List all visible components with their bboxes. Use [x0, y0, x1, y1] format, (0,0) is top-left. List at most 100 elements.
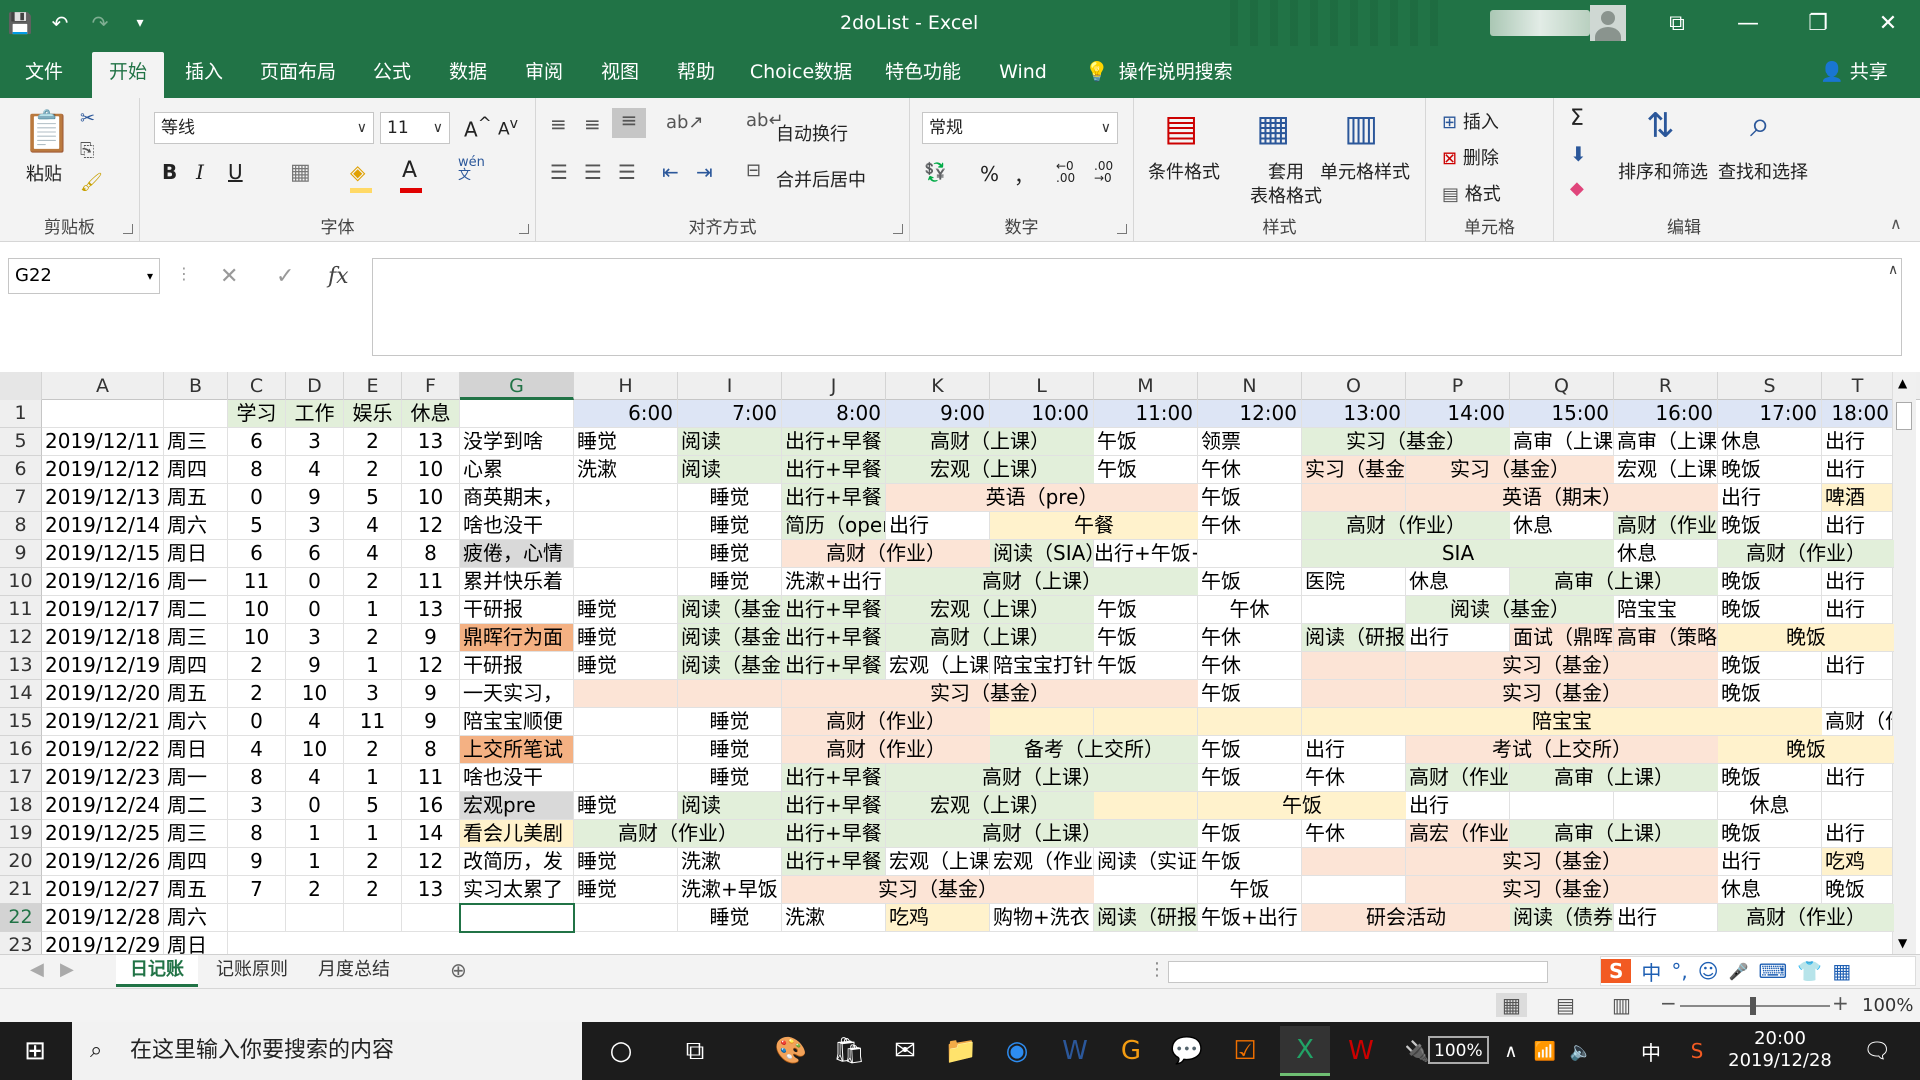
cell-e13[interactable]: 1 [344, 652, 402, 680]
normal-view-icon[interactable]: ▦ [1496, 993, 1527, 1017]
cell-d6[interactable]: 4 [286, 456, 344, 484]
cell-n21[interactable]: 午饭 [1198, 876, 1302, 904]
cell-b17[interactable]: 周一 [164, 764, 228, 792]
cell-h19[interactable]: 高财（作业） [574, 820, 782, 848]
cell-b11[interactable]: 周二 [164, 596, 228, 624]
column-header-o[interactable]: O [1302, 372, 1406, 400]
tab-choice-data[interactable]: Choice数据 [744, 46, 858, 98]
cell-g7[interactable]: 商英期末， [460, 484, 574, 512]
cell-s19[interactable]: 晚饭 [1718, 820, 1822, 848]
conditional-format-icon[interactable]: ▤ [1164, 108, 1198, 149]
cell-m13[interactable]: 午饭 [1094, 652, 1198, 680]
font-size-select[interactable]: 11 ∨ [380, 112, 450, 144]
zoom-level[interactable]: 100% [1862, 995, 1913, 1016]
row-header-22[interactable]: 22 [0, 904, 42, 932]
cell-q8[interactable]: 休息 [1510, 512, 1614, 540]
task-view-icon[interactable]: ⧉ [670, 1026, 720, 1076]
cell-a22[interactable]: 2019/12/28 [42, 904, 164, 932]
cell-l9[interactable]: 阅读（SIA） [990, 540, 1094, 568]
align-bottom-icon[interactable]: ≡ [612, 108, 646, 138]
column-header-t[interactable]: T [1822, 372, 1894, 400]
cell-d7[interactable]: 9 [286, 484, 344, 512]
cell-n22[interactable]: 午饭+出行 [1198, 904, 1302, 932]
cell-p13[interactable]: 实习（基金） [1406, 652, 1718, 680]
column-header-n[interactable]: N [1198, 372, 1302, 400]
cell-n19[interactable]: 午饭 [1198, 820, 1302, 848]
cell-r18[interactable] [1614, 792, 1718, 820]
cell-a18[interactable]: 2019/12/24 [42, 792, 164, 820]
column-header-h[interactable]: H [574, 372, 678, 400]
cell-t10[interactable]: 出行 [1822, 568, 1894, 596]
cell-g18[interactable]: 宏观pre [460, 792, 574, 820]
battery-indicator[interactable]: 100% [1428, 1036, 1489, 1064]
cell-j14[interactable]: 实习（基金） [782, 680, 1198, 708]
cell-p7[interactable]: 英语（期末） [1406, 484, 1718, 512]
paste-button[interactable]: 粘贴 [26, 160, 62, 186]
tab-file[interactable]: 文件 [14, 46, 74, 98]
cell-i21[interactable]: 洗漱+早饭 [678, 876, 782, 904]
cell-a15[interactable]: 2019/12/21 [42, 708, 164, 736]
row-header-19[interactable]: 19 [0, 820, 42, 848]
alignment-launcher[interactable] [893, 224, 903, 234]
cell-e12[interactable]: 2 [344, 624, 402, 652]
expand-formula-icon[interactable]: ∧ [1888, 262, 1898, 278]
cell-n5[interactable]: 领票 [1198, 428, 1302, 456]
cell-p12[interactable]: 出行 [1406, 624, 1510, 652]
cell-i20[interactable]: 洗漱 [678, 848, 782, 876]
column-header-j[interactable]: J [782, 372, 886, 400]
clock[interactable]: 20:00 2019/12/28 [1720, 1028, 1840, 1072]
cell-q19[interactable]: 高审（上课） [1510, 820, 1718, 848]
skin-icon[interactable]: 👕 [1797, 959, 1822, 983]
row-header-12[interactable]: 12 [0, 624, 42, 652]
row-header-10[interactable]: 10 [0, 568, 42, 596]
cell-b23[interactable]: 周日 [164, 932, 228, 954]
cell-c10[interactable]: 11 [228, 568, 286, 596]
browser-icon[interactable]: ◉ [992, 1026, 1042, 1076]
keyboard-icon[interactable]: ⌨ [1759, 959, 1788, 983]
currency-icon[interactable]: 💱 [924, 162, 946, 183]
column-header-s[interactable]: S [1718, 372, 1822, 400]
increase-decimal-icon[interactable]: ←0.00 [1056, 160, 1075, 184]
cell-t1[interactable]: 18:00 [1822, 400, 1894, 428]
column-header-p[interactable]: P [1406, 372, 1510, 400]
wechat-icon[interactable]: 💬 [1162, 1026, 1212, 1076]
cell-h13[interactable]: 睡觉 [574, 652, 678, 680]
cell-o22[interactable]: 研会活动 [1302, 904, 1510, 932]
cell-i14[interactable] [678, 680, 782, 708]
cell-c13[interactable]: 2 [228, 652, 286, 680]
cell-d20[interactable]: 1 [286, 848, 344, 876]
cell-f10[interactable]: 11 [402, 568, 460, 596]
cell-l16[interactable]: 备考（上交所） [990, 736, 1198, 764]
tab-formulas[interactable]: 公式 [360, 46, 424, 98]
cell-e1[interactable]: 娱乐 [344, 400, 402, 428]
cell-o6[interactable]: 实习（基金） [1302, 456, 1406, 484]
cell-c1[interactable]: 学习 [228, 400, 286, 428]
cell-c9[interactable]: 6 [228, 540, 286, 568]
cell-t15[interactable]: 高财（作业） [1822, 708, 1894, 736]
cell-a5[interactable]: 2019/12/11 [42, 428, 164, 456]
paste-icon[interactable]: 📋 [22, 108, 72, 155]
cell-j10[interactable]: 洗漱+出行 [782, 568, 886, 596]
sheet-tab-journal[interactable]: 日记账 [116, 955, 198, 987]
cell-p20[interactable]: 实习（基金） [1406, 848, 1718, 876]
cell-n15[interactable] [1198, 708, 1302, 736]
excel-icon[interactable]: X [1280, 1026, 1330, 1076]
cell-s6[interactable]: 晚饭 [1718, 456, 1822, 484]
cell-r8[interactable]: 高财（作业） [1614, 512, 1718, 540]
customize-qat-icon[interactable]: ▾ [120, 0, 160, 46]
cell-b5[interactable]: 周三 [164, 428, 228, 456]
cell-h12[interactable]: 睡觉 [574, 624, 678, 652]
cell-b20[interactable]: 周四 [164, 848, 228, 876]
cancel-icon[interactable]: ✕ [220, 264, 238, 289]
cell-l22[interactable]: 购物+洗衣 [990, 904, 1094, 932]
cell-e11[interactable]: 1 [344, 596, 402, 624]
cell-g17[interactable]: 啥也没干 [460, 764, 574, 792]
tab-data[interactable]: 数据 [436, 46, 500, 98]
merge-icon[interactable]: ⊟ [746, 160, 761, 181]
cell-i7[interactable]: 睡觉 [678, 484, 782, 512]
cell-s18[interactable]: 休息 [1718, 792, 1822, 820]
cell-c6[interactable]: 8 [228, 456, 286, 484]
cell-q18[interactable] [1510, 792, 1614, 820]
column-header-k[interactable]: K [886, 372, 990, 400]
underline-button[interactable]: U [228, 160, 243, 184]
